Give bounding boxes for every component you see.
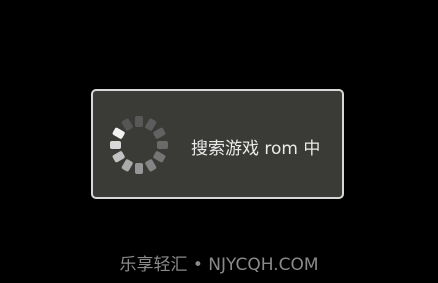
spinner-segment: [157, 141, 168, 149]
spinner-segment: [112, 151, 125, 163]
spinner-segment: [153, 127, 166, 139]
spinner-segment: [145, 159, 157, 172]
progress-dialog: 搜索游戏 rom 中: [91, 89, 344, 199]
spinner-segment: [112, 127, 125, 139]
watermark-text: 乐享轻汇 • NJYCQH.COM: [119, 255, 319, 275]
loading-spinner-icon: [110, 116, 168, 174]
spinner-segment: [145, 118, 157, 131]
progress-message: 搜索游戏 rom 中: [191, 139, 321, 159]
spinner-segment: [135, 163, 143, 174]
spinner-segment: [110, 141, 121, 149]
spinner-segment: [153, 151, 166, 163]
spinner-segment: [121, 159, 133, 172]
spinner-segment: [121, 118, 133, 131]
screen: 搜索游戏 rom 中 乐享轻汇 • NJYCQH.COM: [0, 0, 438, 283]
spinner-segment: [135, 116, 143, 127]
